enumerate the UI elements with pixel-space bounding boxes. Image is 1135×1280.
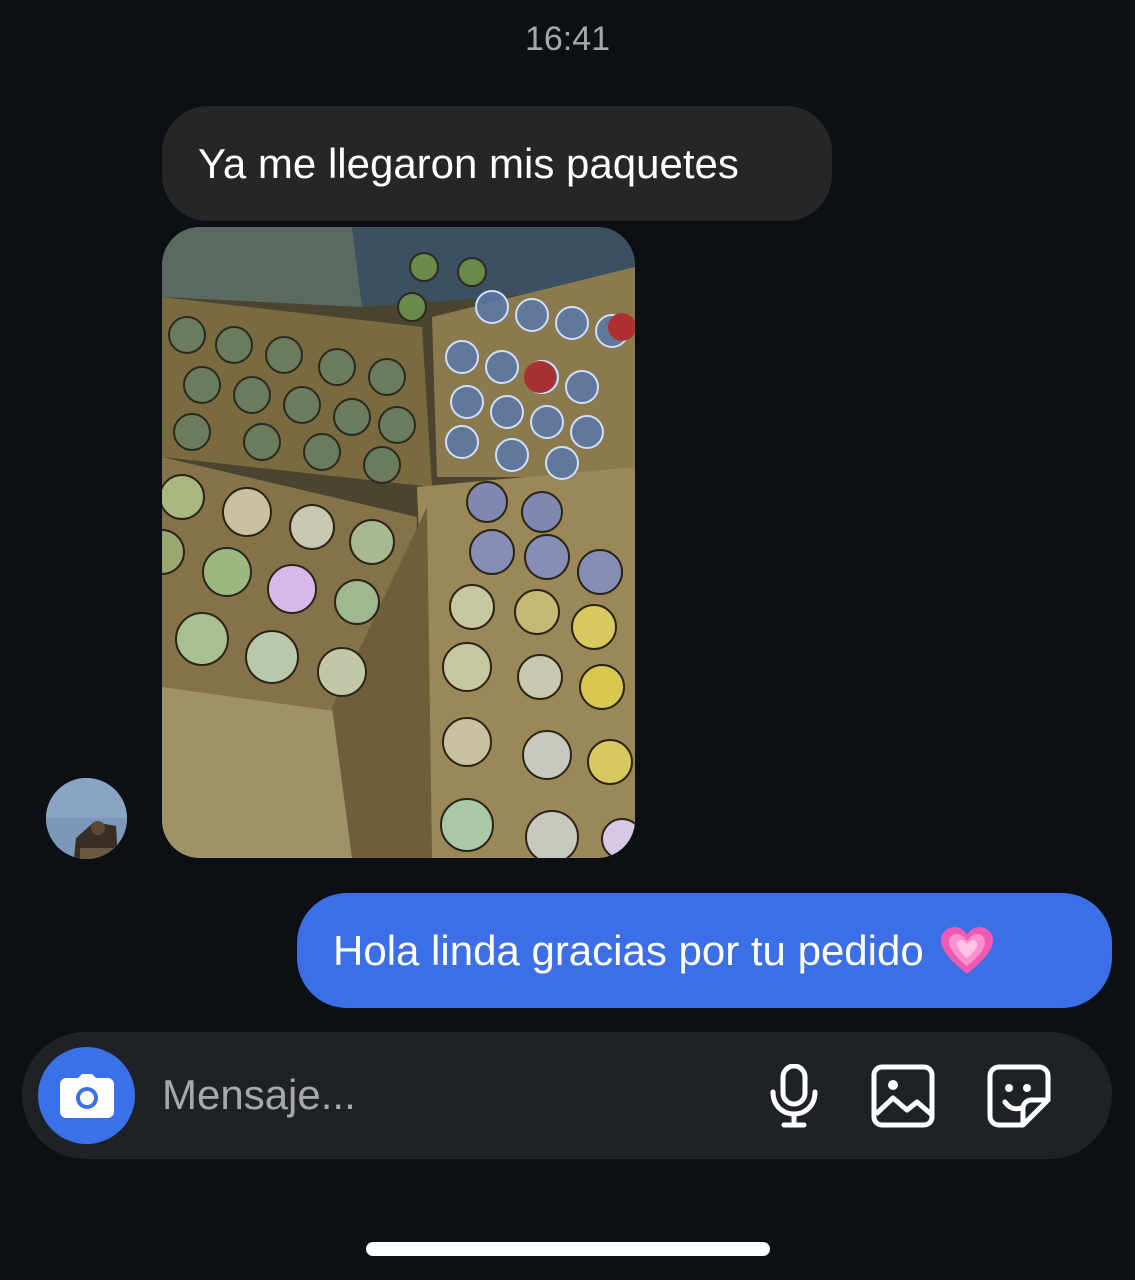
home-indicator[interactable] <box>366 1242 770 1256</box>
voice-message-button[interactable] <box>758 1060 830 1132</box>
microphone-icon <box>770 1064 818 1128</box>
avatar-image <box>46 778 127 859</box>
outgoing-message-bubble[interactable]: Hola linda gracias por tu pedido <box>297 893 1112 1008</box>
outgoing-message-text: Hola linda gracias por tu pedido <box>333 926 924 974</box>
message-timestamp: 16:41 <box>524 20 611 58</box>
chat-screen: 16:41 Ya me llegaron mis paquetes Hola l… <box>0 0 1135 1280</box>
gallery-button[interactable] <box>867 1060 939 1132</box>
growing-heart-emoji <box>940 926 994 976</box>
sticker-icon <box>987 1064 1051 1128</box>
incoming-message-text: Ya me llegaron mis paquetes <box>198 139 739 187</box>
incoming-message-bubble[interactable]: Ya me llegaron mis paquetes <box>162 106 832 221</box>
gallery-icon <box>871 1064 935 1128</box>
message-input[interactable] <box>162 1062 722 1128</box>
sticker-button[interactable] <box>983 1060 1055 1132</box>
photo-image <box>162 227 635 858</box>
message-composer <box>22 1032 1112 1159</box>
camera-icon <box>59 1073 114 1118</box>
contact-avatar[interactable] <box>46 778 127 859</box>
incoming-photo-message[interactable] <box>162 227 635 858</box>
camera-button[interactable] <box>38 1047 135 1144</box>
